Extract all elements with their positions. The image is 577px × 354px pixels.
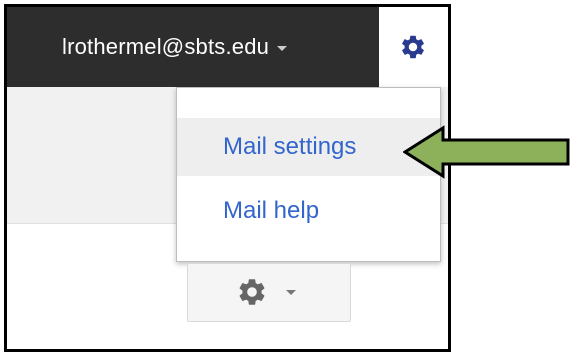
settings-dropdown-menu: Mail settings Mail help bbox=[176, 87, 441, 262]
menu-item-mail-settings[interactable]: Mail settings bbox=[177, 118, 440, 176]
screenshot-frame: lrothermel@sbts.edu Mail settings Mail h… bbox=[4, 4, 451, 352]
caret-down-icon bbox=[277, 45, 288, 51]
gear-icon bbox=[402, 35, 424, 59]
settings-button[interactable] bbox=[379, 7, 448, 87]
gear-icon bbox=[239, 279, 265, 305]
settings-gear-button[interactable] bbox=[187, 263, 351, 322]
account-email: lrothermel@sbts.edu bbox=[62, 34, 270, 59]
top-bar: lrothermel@sbts.edu bbox=[7, 7, 448, 87]
pointer-arrow-icon bbox=[403, 125, 570, 179]
account-menu[interactable]: lrothermel@sbts.edu bbox=[62, 7, 288, 87]
menu-item-mail-help[interactable]: Mail help bbox=[177, 182, 440, 240]
caret-down-icon bbox=[286, 290, 296, 295]
